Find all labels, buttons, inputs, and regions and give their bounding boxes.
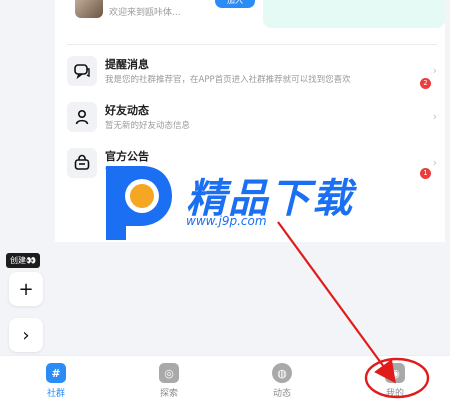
- chat-bubble-icon: [67, 56, 97, 86]
- message-title: 好友动态: [105, 104, 149, 117]
- create-tooltip: 创建👀: [6, 253, 40, 268]
- message-row-reminder[interactable]: 提醒消息 我是您的社群推荐官，在APP首页进入社群推荐就可以找到您喜欢 › 2: [67, 56, 437, 96]
- profile-icon: ◉: [385, 363, 405, 383]
- message-row-friends[interactable]: 好友动态 暂无新的好友动态信息 ›: [67, 102, 437, 142]
- divider: [67, 44, 437, 45]
- bag-icon: [67, 148, 97, 178]
- chevron-right-icon: ›: [432, 156, 437, 169]
- hash-icon: #: [46, 363, 66, 383]
- nav-item-profile[interactable]: ◉ 我的: [365, 363, 425, 399]
- chevron-right-icon: ›: [432, 64, 437, 77]
- message-subtitle: 我是您的社群推荐官，在APP首页进入社群推荐就可以找到您喜欢: [105, 75, 351, 85]
- welcome-text: 欢迎来到瓯咔体...: [109, 8, 181, 18]
- chevron-right-icon: ›: [432, 110, 437, 123]
- unread-badge: 2: [420, 78, 431, 89]
- compass-icon: ◎: [159, 363, 179, 383]
- watermark-url: www.j9p.com: [186, 214, 267, 228]
- avatar: [75, 0, 103, 18]
- nav-label: 我的: [385, 389, 404, 399]
- nav-item-feed[interactable]: ◍ 动态: [252, 363, 312, 399]
- watermark-logo-icon: [106, 166, 172, 240]
- nav-label: 社群: [46, 389, 65, 399]
- person-icon: [67, 102, 97, 132]
- right-rail: [445, 0, 450, 355]
- planet-icon: ◍: [272, 363, 292, 383]
- expand-button[interactable]: ›: [9, 318, 43, 352]
- empty-area: [55, 242, 445, 355]
- nav-label: 动态: [272, 389, 291, 399]
- join-button[interactable]: 加入: [215, 0, 255, 8]
- message-subtitle: 暂无新的好友动态信息: [105, 121, 191, 131]
- nav-item-community[interactable]: # 社群: [26, 363, 86, 399]
- nav-label: 探索: [159, 389, 178, 399]
- promo-card[interactable]: [263, 0, 445, 28]
- nav-item-explore[interactable]: ◎ 探索: [139, 363, 199, 399]
- create-button[interactable]: +: [9, 272, 43, 306]
- message-title: 提醒消息: [105, 58, 149, 71]
- bottom-nav: # 社群 ◎ 探索 ◍ 动态 ◉ 我的: [0, 355, 450, 404]
- unread-badge: 1: [420, 168, 431, 179]
